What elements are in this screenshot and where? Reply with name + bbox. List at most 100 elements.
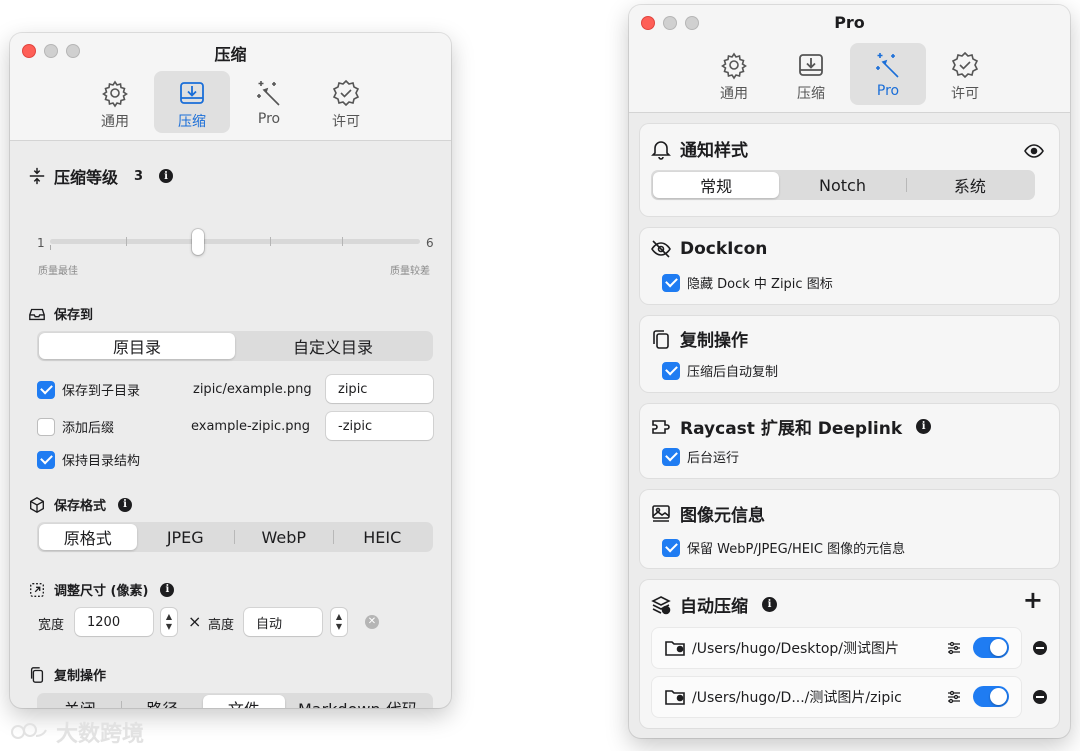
tab-general[interactable]: 通用 bbox=[696, 43, 772, 105]
compression-settings-window: 压缩 通用 压缩 Pro 许可 压缩等级 3 i 1 6 质量最佳 质量较差 保… bbox=[10, 33, 451, 708]
save-to-header: 保存到 bbox=[28, 304, 93, 323]
format-option[interactable]: JPEG bbox=[137, 524, 235, 550]
pro-settings-body: 通知样式 常规 Notch 系统 DockIcon 隐藏 Dock 中 Zipi… bbox=[629, 114, 1070, 738]
info-icon[interactable]: i bbox=[916, 419, 932, 434]
notification-option[interactable]: 常规 bbox=[653, 172, 780, 198]
slider-thumb[interactable] bbox=[192, 229, 204, 255]
watermark-text: 大数跨境 bbox=[56, 722, 145, 747]
bell-icon bbox=[651, 140, 671, 160]
height-label: 高度 bbox=[208, 618, 235, 633]
keep-metadata-checkbox[interactable] bbox=[662, 538, 680, 557]
keep-metadata-row[interactable]: 保留 WebP/JPEG/HEIC 图像的元信息 bbox=[662, 538, 905, 557]
metadata-card: 图像元信息 保留 WebP/JPEG/HEIC 图像的元信息 bbox=[640, 490, 1059, 568]
gear-icon bbox=[102, 80, 128, 108]
suffix-checkbox-row[interactable]: 添加后缀 bbox=[37, 417, 114, 436]
auto-compress-path-row[interactable]: /Users/hugo/Desktop/测试图片 bbox=[652, 628, 1021, 668]
auto-compress-title: 自动压缩 bbox=[680, 597, 748, 617]
copy-option[interactable]: 文件 bbox=[203, 695, 285, 708]
background-run-checkbox[interactable] bbox=[662, 447, 680, 466]
stepper-down-icon[interactable]: ▼ bbox=[336, 622, 342, 632]
notification-style-title: 通知样式 bbox=[680, 141, 748, 161]
tab-pro[interactable]: Pro bbox=[850, 43, 926, 105]
tab-label: 压缩 bbox=[178, 114, 206, 130]
auto-compress-path: /Users/hugo/Desktop/测试图片 bbox=[692, 641, 900, 657]
notification-style-card: 通知样式 常规 Notch 系统 bbox=[640, 124, 1059, 216]
auto-copy-row[interactable]: 压缩后自动复制 bbox=[662, 361, 778, 380]
auto-compress-path-row[interactable]: /Users/hugo/D.../测试图片/zipic bbox=[652, 677, 1021, 717]
compression-level-header: 压缩等级 3 i bbox=[28, 164, 174, 188]
sliders-icon[interactable] bbox=[947, 690, 961, 704]
background-run-label: 后台运行 bbox=[687, 451, 740, 466]
metadata-title: 图像元信息 bbox=[680, 506, 765, 526]
eye-icon[interactable] bbox=[1023, 140, 1045, 162]
info-icon[interactable]: i bbox=[762, 597, 777, 612]
width-label: 宽度 bbox=[38, 618, 65, 633]
subdir-name-field[interactable]: zipic bbox=[326, 375, 433, 403]
copy-operation-header: 复制操作 bbox=[650, 326, 748, 351]
auto-copy-checkbox[interactable] bbox=[662, 361, 680, 380]
copy-operation-header: 复制操作 bbox=[28, 665, 106, 684]
stepper-up-icon[interactable]: ▲ bbox=[166, 612, 172, 622]
times-icon: × bbox=[188, 612, 202, 631]
background-run-row[interactable]: 后台运行 bbox=[662, 447, 739, 466]
copy-option[interactable]: Markdown 代码 bbox=[285, 695, 431, 708]
height-stepper[interactable]: ▲ ▼ bbox=[331, 608, 347, 636]
resize-header: 调整尺寸 (像素) i bbox=[28, 580, 175, 599]
copy-option[interactable]: 关闭 bbox=[39, 695, 121, 708]
width-field[interactable]: 1200 bbox=[75, 608, 153, 636]
slider-tick bbox=[126, 237, 127, 246]
copy-operation-title: 复制操作 bbox=[680, 331, 748, 351]
add-folder-button[interactable]: + bbox=[1023, 586, 1043, 614]
height-field[interactable]: 自动 bbox=[244, 608, 322, 636]
save-to-segmented: 原目录 自定义目录 bbox=[37, 331, 433, 361]
keep-structure-row[interactable]: 保持目录结构 bbox=[37, 450, 140, 469]
compression-level-slider[interactable] bbox=[50, 229, 420, 255]
tab-label: 压缩 bbox=[797, 86, 825, 102]
save-to-option[interactable]: 原目录 bbox=[39, 333, 235, 359]
keep-structure-checkbox[interactable] bbox=[37, 450, 55, 469]
suffix-field[interactable]: -zipic bbox=[326, 412, 433, 440]
suffix-example: example-zipic.png bbox=[191, 419, 310, 434]
stepper-down-icon[interactable]: ▼ bbox=[166, 622, 172, 632]
window-title: Pro bbox=[834, 13, 865, 32]
dock-icon-card: DockIcon 隐藏 Dock 中 Zipic 图标 bbox=[640, 228, 1059, 304]
tab-compress[interactable]: 压缩 bbox=[773, 43, 849, 105]
notification-option[interactable]: Notch bbox=[779, 172, 905, 198]
save-to-title: 保存到 bbox=[54, 308, 94, 323]
notification-style-segmented: 常规 Notch 系统 bbox=[651, 170, 1035, 200]
remove-path-button[interactable] bbox=[1033, 690, 1047, 704]
eye-slash-icon bbox=[651, 240, 671, 258]
hide-dock-checkbox[interactable] bbox=[662, 273, 680, 292]
watermark: 大数跨境 bbox=[10, 716, 144, 748]
auto-compress-toggle[interactable] bbox=[973, 686, 1009, 707]
raycast-header: Raycast 扩展和 Deeplink i bbox=[650, 414, 932, 439]
subdir-checkbox[interactable] bbox=[37, 380, 55, 399]
notification-option[interactable]: 系统 bbox=[907, 172, 1033, 198]
width-stepper[interactable]: ▲ ▼ bbox=[161, 608, 177, 636]
toolbar-tabs: 通用 压缩 Pro 许可 bbox=[10, 71, 451, 133]
format-option[interactable]: 原格式 bbox=[39, 524, 137, 550]
suffix-checkbox[interactable] bbox=[37, 417, 55, 436]
save-to-option[interactable]: 自定义目录 bbox=[235, 333, 431, 359]
format-option[interactable]: HEIC bbox=[334, 524, 432, 550]
info-icon[interactable]: i bbox=[118, 497, 133, 512]
info-icon[interactable]: i bbox=[160, 582, 175, 597]
copy-option[interactable]: 路径 bbox=[122, 695, 204, 708]
info-icon[interactable]: i bbox=[159, 169, 174, 183]
clear-icon[interactable]: ✕ bbox=[365, 615, 379, 629]
stepper-up-icon[interactable]: ▲ bbox=[336, 612, 342, 622]
auto-compress-toggle[interactable] bbox=[973, 637, 1009, 658]
tab-license[interactable]: 许可 bbox=[927, 43, 1003, 105]
remove-path-button[interactable] bbox=[1033, 641, 1047, 655]
auto-compress-card: 自动压缩 i + /Users/hugo/Desktop/测试图片 /Users… bbox=[640, 580, 1059, 728]
tab-compress[interactable]: 压缩 bbox=[154, 71, 230, 133]
tab-license[interactable]: 许可 bbox=[308, 71, 384, 133]
hide-dock-row[interactable]: 隐藏 Dock 中 Zipic 图标 bbox=[662, 273, 833, 292]
format-option[interactable]: WebP bbox=[235, 524, 333, 550]
tab-general[interactable]: 通用 bbox=[77, 71, 153, 133]
subdir-checkbox-row[interactable]: 保存到子目录 bbox=[37, 380, 140, 399]
sliders-icon[interactable] bbox=[947, 641, 961, 655]
suffix-label: 添加后缀 bbox=[62, 421, 115, 436]
tab-pro[interactable]: Pro bbox=[231, 71, 307, 133]
titlebar: Pro 通用 压缩 Pro 许可 bbox=[629, 5, 1070, 113]
